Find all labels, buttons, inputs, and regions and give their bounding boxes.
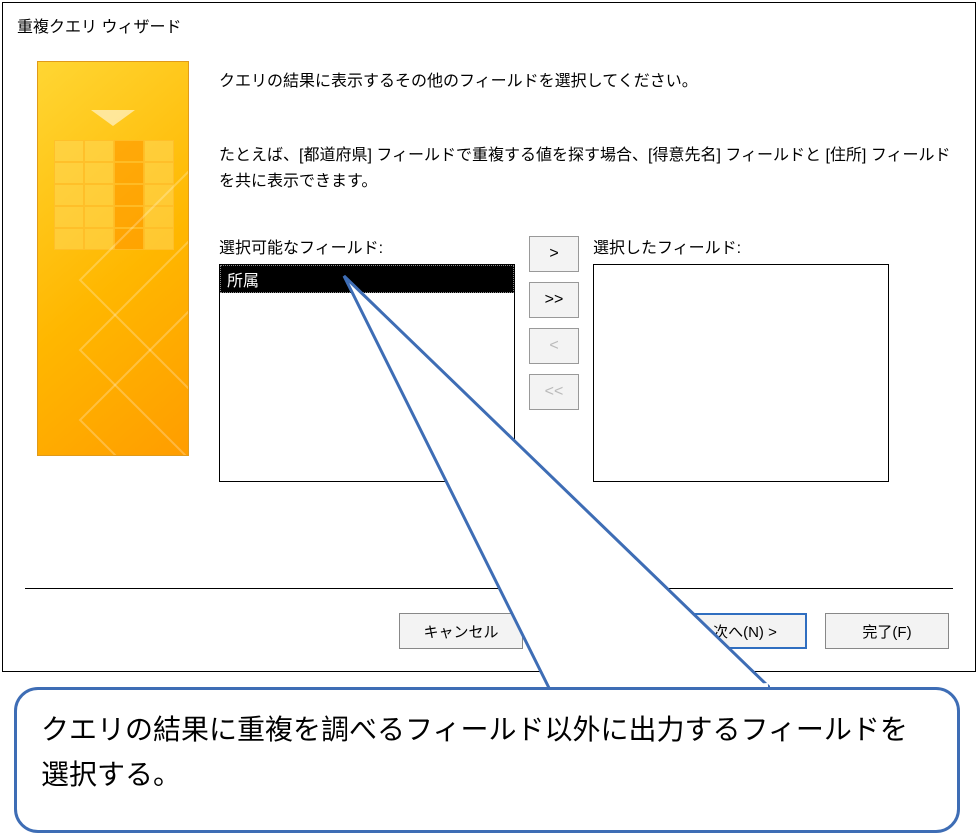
instruction-text-2: たとえば、[都道府県] フィールドで重複する値を探す場合、[得意先名] フィール… bbox=[219, 143, 953, 194]
selected-fields-listbox[interactable] bbox=[593, 264, 889, 482]
duplicate-query-wizard-dialog: 重複クエリ ウィザード クエリの結果に表示するその他のフィールドを選択してくださ… bbox=[2, 2, 976, 672]
next-button[interactable]: 次へ(N) > bbox=[683, 613, 807, 649]
remove-one-button[interactable]: < bbox=[529, 328, 579, 364]
available-fields-column: 選択可能なフィールド: 所属 bbox=[219, 234, 515, 482]
move-buttons-column: > >> < << bbox=[529, 236, 579, 410]
available-fields-label: 選択可能なフィールド: bbox=[219, 234, 515, 258]
footer-separator bbox=[25, 588, 953, 589]
dialog-title: 重複クエリ ウィザード bbox=[3, 3, 975, 47]
triangle-icon bbox=[91, 110, 135, 126]
annotation-callout: クエリの結果に重複を調べるフィールド以外に出力するフィールドを選択する。 bbox=[14, 687, 960, 833]
dialog-footer: キャンセル < 戻る(B) 次へ(N) > 完了(F) bbox=[399, 613, 949, 649]
list-item[interactable]: 所属 bbox=[220, 265, 514, 293]
callout-text: クエリの結果に重複を調べるフィールド以外に出力するフィールドを選択する。 bbox=[41, 714, 908, 790]
instruction-text-1: クエリの結果に表示するその他のフィールドを選択してください。 bbox=[219, 67, 953, 91]
add-all-button[interactable]: >> bbox=[529, 282, 579, 318]
remove-all-button[interactable]: << bbox=[529, 374, 579, 410]
back-button[interactable]: < 戻る(B) bbox=[541, 613, 665, 649]
selected-fields-label: 選択したフィールド: bbox=[593, 234, 889, 258]
main-panel: クエリの結果に表示するその他のフィールドを選択してください。 たとえば、[都道府… bbox=[219, 61, 953, 567]
field-selector-row: 選択可能なフィールド: 所属 > >> < << 選択したフィールド: bbox=[219, 234, 953, 482]
cancel-button[interactable]: キャンセル bbox=[399, 613, 523, 649]
add-one-button[interactable]: > bbox=[529, 236, 579, 272]
selected-fields-column: 選択したフィールド: bbox=[593, 234, 889, 482]
finish-button[interactable]: 完了(F) bbox=[825, 613, 949, 649]
available-fields-listbox[interactable]: 所属 bbox=[219, 264, 515, 482]
dialog-content: クエリの結果に表示するその他のフィールドを選択してください。 たとえば、[都道府… bbox=[3, 47, 975, 567]
wizard-sidebar-graphic bbox=[37, 61, 189, 456]
